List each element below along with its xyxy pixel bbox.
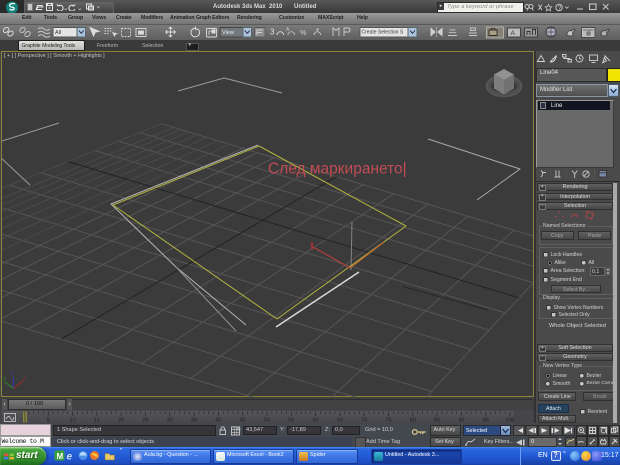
svg-text:85: 85	[434, 418, 440, 424]
svg-text:80: 80	[410, 418, 416, 424]
svg-text:z: z	[11, 371, 14, 377]
svg-text:y: y	[3, 376, 6, 382]
svg-text:All: All	[55, 30, 61, 36]
svg-text:60: 60	[312, 418, 318, 424]
svg-text:x: x	[23, 375, 26, 381]
svg-text:5: 5	[47, 418, 50, 424]
svg-text:Create Selection S: Create Selection S	[362, 30, 404, 36]
svg-text:?: ?	[558, 5, 562, 11]
svg-text:e: e	[67, 452, 73, 463]
svg-text:70: 70	[361, 418, 367, 424]
svg-text:15: 15	[94, 418, 100, 424]
svg-text:40: 40	[215, 418, 221, 424]
svg-text:90: 90	[458, 418, 464, 424]
svg-text:75: 75	[385, 418, 391, 424]
svg-text:View: View	[222, 30, 234, 36]
svg-text:95: 95	[483, 418, 489, 424]
svg-text:20: 20	[118, 418, 124, 424]
svg-text:3: 3	[270, 28, 275, 37]
svg-text:След маркирането|: След маркирането|	[268, 161, 407, 178]
svg-text:M: M	[57, 452, 64, 461]
svg-text:%: %	[300, 30, 306, 37]
svg-text:50: 50	[264, 418, 270, 424]
svg-text:100: 100	[505, 418, 514, 424]
svg-text:25: 25	[142, 418, 148, 424]
svg-text:45: 45	[240, 418, 246, 424]
svg-text:10: 10	[69, 418, 75, 424]
svg-text:35: 35	[191, 418, 197, 424]
svg-text:65: 65	[337, 418, 343, 424]
svg-text:30: 30	[167, 418, 173, 424]
svg-text:A: A	[511, 30, 516, 37]
svg-text:55: 55	[288, 418, 294, 424]
